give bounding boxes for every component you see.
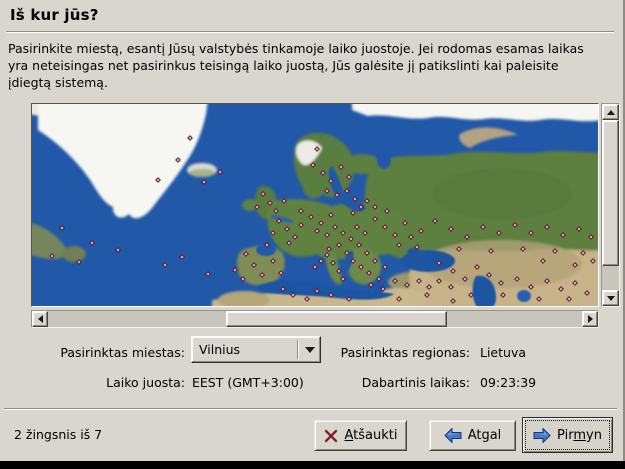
selected-city-label: Pasirinktas miestas:	[30, 345, 185, 360]
selected-region-value: Lietuva	[480, 345, 526, 360]
timezone-value: EEST (GMT+3:00)	[192, 375, 304, 390]
arrow-up-icon	[607, 110, 615, 115]
city-dropdown[interactable]: Vilnius	[191, 336, 321, 363]
description-line: Pasirinkite miestą, esantį Jūsų valstybė…	[8, 40, 622, 57]
timezone-label: Laiko juosta:	[30, 375, 185, 390]
button-label: Atšaukti	[345, 428, 398, 443]
map-vertical-scrollbar[interactable]	[601, 103, 620, 307]
screen-edge	[0, 461, 625, 469]
current-time-value: 09:23:39	[480, 375, 536, 390]
city-dropdown-value: Vilnius	[192, 342, 297, 357]
page-title: Iš kur jūs?	[10, 6, 99, 24]
forward-button[interactable]: Pirmyn	[522, 417, 613, 453]
arrow-right-icon	[533, 428, 551, 443]
scroll-up-button[interactable]	[602, 104, 619, 120]
chevron-down-icon	[299, 347, 320, 353]
scroll-right-button[interactable]	[582, 311, 598, 327]
arrow-right-icon	[588, 315, 593, 323]
title-separator	[6, 31, 614, 33]
scroll-down-button[interactable]	[602, 290, 619, 306]
description-line: yra neteisingas net pasirinkus teisingą …	[8, 57, 622, 74]
horizontal-scroll-thumb[interactable]	[226, 311, 447, 327]
timezone-map-widget	[31, 103, 620, 328]
arrow-left-icon	[38, 315, 43, 323]
back-button[interactable]: Atgal	[429, 420, 516, 451]
button-label: Pirmyn	[557, 428, 602, 443]
world-map[interactable]	[31, 103, 599, 307]
map-horizontal-scrollbar[interactable]	[31, 310, 599, 328]
wizard-window: Iš kur jūs? Pasirinkite miestą, esantį J…	[0, 0, 625, 461]
footer-separator	[4, 408, 617, 410]
current-time-label: Dabartinis laikas:	[330, 375, 470, 390]
selected-region-label: Pasirinktas regionas:	[330, 345, 470, 360]
arrow-left-icon	[444, 428, 462, 443]
step-indicator: 2 žingsnis iš 7	[14, 427, 102, 442]
arrow-down-icon	[607, 296, 615, 301]
page-description: Pasirinkite miestą, esantį Jūsų valstybė…	[8, 40, 622, 91]
cancel-button[interactable]: Atšaukti	[314, 420, 407, 451]
button-label: Atgal	[468, 428, 502, 443]
scroll-left-button[interactable]	[32, 311, 48, 327]
cancel-x-icon	[324, 429, 339, 443]
vertical-scroll-thumb[interactable]	[602, 120, 619, 266]
description-line: įdiegtą sistemą.	[8, 74, 622, 91]
